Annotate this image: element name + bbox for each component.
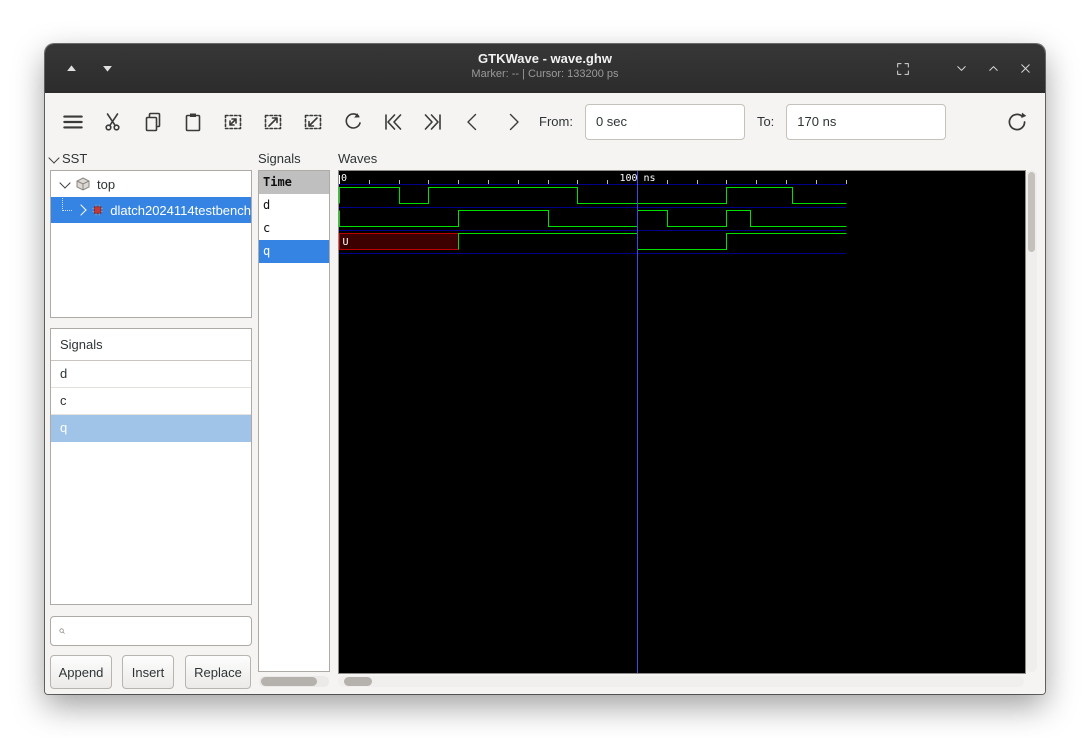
- chevron-left-icon: [467, 113, 477, 130]
- reload-button[interactable]: [1003, 108, 1031, 136]
- to-label: To:: [756, 114, 775, 129]
- signal-filter-box: [50, 616, 252, 646]
- chevron-down-icon: [956, 66, 966, 71]
- append-button[interactable]: Append: [50, 655, 112, 689]
- go-to-end-button[interactable]: [419, 108, 447, 136]
- signal-filter-input[interactable]: [71, 616, 251, 646]
- signal-list-item-d[interactable]: d: [51, 361, 251, 388]
- tree-item-label: dlatch2024114testbench: [110, 202, 251, 218]
- signals-label-text: Signals: [258, 151, 301, 166]
- wave-trace-d: [339, 187, 847, 204]
- from-input[interactable]: [584, 103, 745, 140]
- signal-names-hscrollbar-thumb[interactable]: [261, 677, 317, 686]
- shift-right-button[interactable]: [499, 108, 527, 136]
- from-label: From:: [539, 114, 573, 129]
- module-cube-icon: [76, 177, 90, 191]
- sst-panel-label: SST: [48, 150, 88, 168]
- signal-names-hscrollbar[interactable]: [259, 676, 329, 687]
- waves-hscrollbar[interactable]: [338, 676, 1024, 687]
- signal-list-item-c[interactable]: c: [51, 388, 251, 415]
- signal-list-item-q[interactable]: q: [51, 415, 251, 442]
- shade-up-button[interactable]: [981, 57, 1005, 81]
- main-content: SST top dlatch2024114testbench Signals d…: [45, 150, 1045, 694]
- wave-row-d[interactable]: [339, 187, 847, 204]
- tree-guide-line: [62, 197, 72, 211]
- fit-frame-button[interactable]: [891, 57, 915, 81]
- tree-row-top[interactable]: top: [51, 171, 251, 197]
- signal-names-column: Time d c q: [258, 170, 330, 672]
- tree-row-dlatch-testbench[interactable]: dlatch2024114testbench: [51, 197, 251, 223]
- close-button[interactable]: [1013, 57, 1037, 81]
- waves-label-text: Waves: [338, 151, 378, 166]
- wave-row-q[interactable]: U: [339, 233, 847, 250]
- expander-right-icon[interactable]: [75, 204, 87, 216]
- to-input[interactable]: [786, 103, 947, 140]
- signal-name-row-d[interactable]: d: [259, 194, 329, 217]
- frame-corners-icon: [897, 62, 909, 75]
- clipboard-paste-icon: [185, 113, 201, 131]
- titlebar-down-button[interactable]: [95, 57, 119, 81]
- desktop: GTKWave - wave.ghw Marker: -- | Cursor: …: [0, 0, 1090, 738]
- wave-row-c[interactable]: [339, 210, 847, 227]
- wave-trace-c: [339, 210, 847, 227]
- titlebar-up-button[interactable]: [59, 57, 83, 81]
- copy-icon: [145, 112, 161, 131]
- titlebar-right-controls: [891, 57, 1045, 81]
- waveform-svg: 0 100 nsU: [339, 171, 847, 673]
- zoom-in-button[interactable]: [259, 108, 287, 136]
- shade-down-button[interactable]: [949, 57, 973, 81]
- wave-trace-q: [458, 233, 847, 250]
- sst-label-text: SST: [62, 151, 88, 166]
- time-header-cell[interactable]: Time: [259, 171, 329, 194]
- sst-collapse-icon[interactable]: [48, 151, 60, 164]
- paste-button[interactable]: [179, 108, 207, 136]
- signal-list-header: Signals: [51, 329, 251, 361]
- waves-panel-label: Waves: [338, 150, 377, 168]
- tree-item-label: top: [97, 176, 116, 192]
- undefined-value-label: U: [343, 237, 349, 248]
- timeline-tick-label: 0: [341, 173, 347, 184]
- caret-up-icon: [66, 65, 76, 71]
- menu-button[interactable]: [59, 108, 87, 136]
- zoom-fit-icon: [224, 114, 242, 129]
- signals-panel-label: Signals: [258, 150, 301, 168]
- scissors-icon: [105, 112, 120, 131]
- cut-button[interactable]: [99, 108, 127, 136]
- undo-arrow-icon: [345, 112, 361, 129]
- waves-vscrollbar-thumb[interactable]: [1028, 172, 1035, 252]
- zoom-undo-button[interactable]: [339, 108, 367, 136]
- sst-tree[interactable]: top dlatch2024114testbench: [50, 170, 252, 318]
- hamburger-menu-icon: [63, 115, 83, 128]
- undefined-value-region: [339, 233, 459, 250]
- shift-left-button[interactable]: [459, 108, 487, 136]
- caret-down-icon: [102, 66, 112, 72]
- go-to-start-button[interactable]: [379, 108, 407, 136]
- signal-name-row-c[interactable]: c: [259, 217, 329, 240]
- skip-to-start-icon: [385, 113, 402, 130]
- gtkwave-window: GTKWave - wave.ghw Marker: -- | Cursor: …: [45, 44, 1045, 694]
- signal-name-row-q[interactable]: q: [259, 240, 329, 263]
- search-icon: [59, 628, 65, 634]
- waves-hscrollbar-thumb[interactable]: [344, 677, 372, 686]
- zoom-fit-button[interactable]: [219, 108, 247, 136]
- titlebar[interactable]: GTKWave - wave.ghw Marker: -- | Cursor: …: [45, 44, 1045, 93]
- reload-icon: [1008, 112, 1027, 130]
- waves-vscrollbar[interactable]: [1026, 170, 1037, 672]
- copy-button[interactable]: [139, 108, 167, 136]
- skip-to-end-icon: [424, 113, 441, 130]
- zoom-out-icon: [304, 114, 322, 129]
- chevron-up-icon: [988, 66, 998, 71]
- replace-button[interactable]: Replace: [185, 655, 251, 689]
- zoom-out-button[interactable]: [299, 108, 327, 136]
- wave-canvas[interactable]: 0 100 ns U: [338, 170, 1026, 674]
- expander-down-icon[interactable]: [59, 176, 71, 189]
- chevron-right-icon: [509, 113, 519, 130]
- titlebar-left-controls: [45, 57, 119, 81]
- chip-icon: [92, 204, 104, 216]
- main-toolbar: From: To:: [45, 93, 1045, 150]
- insert-button[interactable]: Insert: [122, 655, 174, 689]
- close-icon: [1020, 64, 1030, 73]
- signal-search-list: Signals d c q: [50, 328, 252, 605]
- zoom-in-icon: [264, 114, 282, 129]
